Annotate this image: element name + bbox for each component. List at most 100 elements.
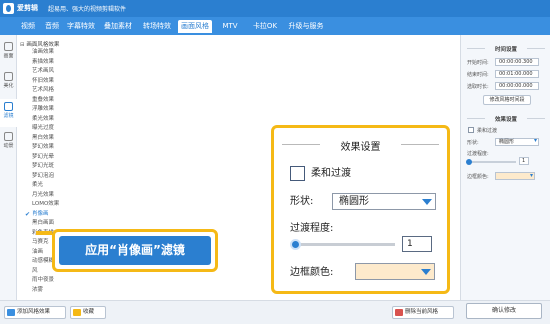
tree-item[interactable]: 艺术画风 xyxy=(32,67,54,76)
tree-item[interactable]: 艺术风格 xyxy=(32,86,54,95)
end-time-label: 结束时间: xyxy=(467,72,489,78)
tree-item-label: LOMO效果 xyxy=(32,201,60,207)
border-color-picker[interactable] xyxy=(495,172,535,180)
tree-item[interactable]: 油画效果 xyxy=(32,48,54,57)
duration-label: 选取时长: xyxy=(467,84,489,90)
checkmark-icon: ✔ xyxy=(25,210,31,218)
callout-shape-select[interactable]: 椭圆形 xyxy=(332,193,436,210)
callout-connector xyxy=(36,231,52,235)
callout-title: 效果设置 xyxy=(274,138,447,153)
tree-item-label: 重叠效果 xyxy=(32,96,55,103)
add-effect-button[interactable]: 添加风格效果 xyxy=(4,306,66,319)
tab-transition-effects[interactable]: 转场特效 xyxy=(139,20,175,33)
tree-item-label: 风 xyxy=(32,267,38,274)
left-icon-strip: 画面 美化 滤镜 动景 xyxy=(0,35,17,300)
end-time-field[interactable]: 00:01:00.000 xyxy=(495,70,539,78)
tree-item[interactable]: 月光效果 xyxy=(32,191,54,200)
tree-item-label: 浓雾 xyxy=(32,286,44,293)
soft-transition-checkbox[interactable] xyxy=(468,127,474,133)
tree-item[interactable]: 柔光效果 xyxy=(32,115,54,124)
favorite-button[interactable]: 收藏 xyxy=(70,306,106,319)
degree-slider[interactable] xyxy=(466,159,516,165)
strip-item-motion[interactable]: 动景 xyxy=(0,129,17,157)
tab-mtv[interactable]: MTV xyxy=(217,20,243,33)
tab-upgrade-service[interactable]: 升级与服务 xyxy=(285,20,327,33)
tree-item[interactable]: 动感模糊 xyxy=(32,257,54,266)
tree-item[interactable]: 重叠效果 xyxy=(32,96,54,105)
tree-item-label: 雨中夜景 xyxy=(32,277,55,283)
tree-item-label: 梦幻光斑 xyxy=(32,163,55,169)
delete-effect-label: 删除当前风格 xyxy=(405,309,439,315)
favorite-label: 收藏 xyxy=(83,309,95,315)
tree-item[interactable]: 梦幻光晕 xyxy=(32,153,54,162)
apply-filter-callout: 应用“肖像画”滤镜 xyxy=(52,229,218,272)
tree-item[interactable]: 油画 xyxy=(32,248,43,257)
favorite-icon xyxy=(73,309,81,316)
soft-transition-label: 柔和过渡 xyxy=(477,128,498,134)
tab-picture-style[interactable]: 画面风格 xyxy=(178,20,212,33)
shape-select[interactable]: 椭圆形 xyxy=(495,138,539,146)
tree-item-label: 素描效果 xyxy=(32,58,55,65)
tree-item-label: 肖像画 xyxy=(32,210,49,217)
callout-degree-slider-knob[interactable] xyxy=(290,239,301,250)
shape-label: 形状: xyxy=(467,140,479,146)
tree-item-label: 月光效果 xyxy=(32,191,55,198)
tree-item[interactable]: 怀旧效果 xyxy=(32,77,54,86)
app-name: 爱剪辑 xyxy=(17,4,38,12)
app-logo-icon xyxy=(3,3,14,14)
tree-item-label: 曝光过度 xyxy=(32,125,55,131)
callout-degree-slider[interactable] xyxy=(290,239,395,250)
callout-border-color-picker[interactable] xyxy=(355,263,435,280)
tree-item[interactable]: 黑白效果 xyxy=(32,134,54,143)
tree-item[interactable]: 浓雾 xyxy=(32,286,43,295)
tree-item[interactable]: 马赛克 xyxy=(32,238,49,247)
callout-soft-transition-checkbox[interactable] xyxy=(290,166,305,181)
tree-item[interactable]: ✔ 肖像画 xyxy=(25,210,49,219)
tree-item-label: 油画效果 xyxy=(32,49,55,55)
tree-item[interactable]: 梦幻光斑 xyxy=(32,162,54,171)
border-color-label: 边框颜色: xyxy=(467,174,489,180)
tree-root[interactable]: 画面风格效果 xyxy=(20,40,59,48)
filter-icon xyxy=(4,102,13,111)
strip-item-picture[interactable]: 画面 xyxy=(0,39,17,67)
effect-settings-callout: 效果设置 柔和过渡 形状: 椭圆形 过渡程度: 1 边框颜色: xyxy=(271,125,450,294)
add-icon xyxy=(7,309,15,316)
strip-item-label: 滤镜 xyxy=(3,113,14,119)
delete-effect-button[interactable]: 删除当前风格 xyxy=(392,306,454,319)
tree-item-label: 艺术风格 xyxy=(32,87,55,93)
modify-time-button[interactable]: 修改风格时间段 xyxy=(483,95,531,105)
start-time-field[interactable]: 00:00:00.300 xyxy=(495,58,539,66)
tab-overlay-material[interactable]: 叠加素材 xyxy=(101,20,135,33)
chevron-down-icon xyxy=(421,269,431,275)
tab-audio[interactable]: 音频 xyxy=(41,20,63,33)
strip-item-beautify[interactable]: 美化 xyxy=(0,69,17,97)
tree-item[interactable]: 柔光 xyxy=(32,181,43,190)
apply-filter-text: 应用“肖像画”滤镜 xyxy=(59,236,211,265)
tab-karaoke[interactable]: 卡拉OK xyxy=(248,20,282,33)
confirm-modify-button[interactable]: 确认修改 xyxy=(466,303,542,319)
degree-slider-knob[interactable] xyxy=(466,159,472,165)
degree-value[interactable]: 1 xyxy=(519,157,529,165)
callout-degree-value[interactable]: 1 xyxy=(402,236,432,252)
tree-item[interactable]: 浮雕效果 xyxy=(32,105,54,114)
callout-shape-value: 椭圆形 xyxy=(339,196,369,207)
callout-soft-transition-label: 柔和过渡 xyxy=(311,168,351,179)
tree-item-label: 黑白画面 xyxy=(32,220,55,226)
tree-item[interactable]: 曝光过度 xyxy=(32,124,54,133)
strip-item-label: 美化 xyxy=(3,83,14,89)
delete-icon xyxy=(395,309,403,316)
tree-item[interactable]: 梦幻效果 xyxy=(32,143,54,152)
tab-video[interactable]: 视频 xyxy=(17,20,39,33)
tree-item[interactable]: 风 xyxy=(32,267,38,276)
tree-item[interactable]: 黑白画面 xyxy=(32,219,54,228)
strip-item-filter[interactable]: 滤镜 xyxy=(0,99,17,127)
tree-item[interactable]: 雨中夜景 xyxy=(32,276,54,285)
tree-item[interactable]: LOMO效果 xyxy=(32,200,59,209)
title-bar: 爱剪辑 超易用、强大的视频剪辑软件 xyxy=(0,0,550,17)
tree-item-label: 柔光效果 xyxy=(32,115,55,122)
add-effect-label: 添加风格效果 xyxy=(17,309,51,315)
duration-field[interactable]: 00:00:00.000 xyxy=(495,82,539,90)
tab-subtitle-effects[interactable]: 字幕特效 xyxy=(64,20,98,33)
tree-item[interactable]: 梦幻泡泡 xyxy=(32,172,54,181)
tree-item[interactable]: 素描效果 xyxy=(32,58,54,67)
